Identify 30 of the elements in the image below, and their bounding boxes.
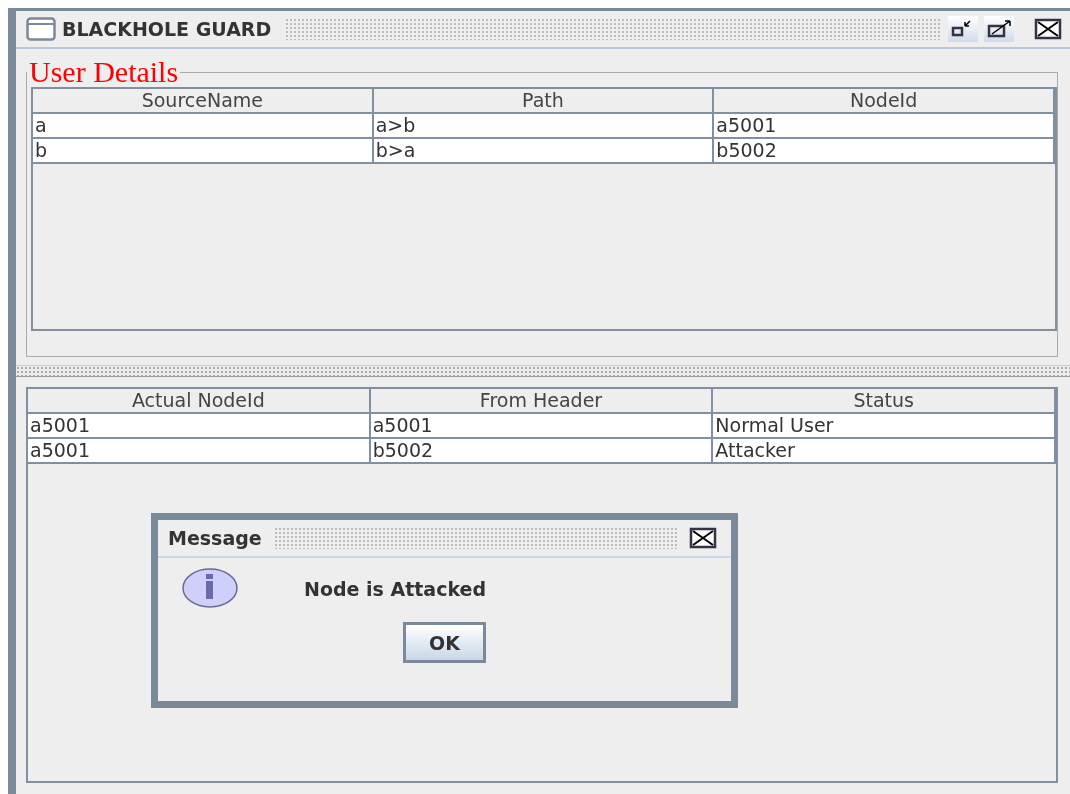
table-cell: b5002 xyxy=(714,139,1055,164)
column-header[interactable]: From Header xyxy=(370,389,714,414)
table-cell: a xyxy=(33,114,374,139)
table-cell: b xyxy=(33,139,374,164)
table-cell: a5001 xyxy=(714,114,1055,139)
table-cell: a5001 xyxy=(28,414,371,439)
table-cell: a5001 xyxy=(28,439,371,464)
table-cell: Normal User xyxy=(713,414,1056,439)
dialog-message: Node is Attacked xyxy=(304,578,487,600)
dialog-title: Message xyxy=(168,527,262,549)
close-button[interactable] xyxy=(1032,16,1064,42)
table-cell: Attacker xyxy=(713,439,1056,464)
column-header[interactable]: SourceName xyxy=(33,89,374,114)
column-header[interactable]: Path xyxy=(373,89,715,114)
table-cell: b5002 xyxy=(370,439,714,464)
splitter-handle[interactable] xyxy=(16,365,1070,377)
close-button[interactable] xyxy=(689,527,717,549)
table-cell: a>b xyxy=(373,114,715,139)
minimize-button[interactable] xyxy=(948,16,978,42)
column-header[interactable]: NodeId xyxy=(714,89,1055,114)
info-icon xyxy=(182,568,240,610)
window-icon xyxy=(26,17,56,41)
table-cell: a5001 xyxy=(370,414,714,439)
window-title: BLACKHOLE GUARD xyxy=(62,18,272,40)
column-header[interactable]: Actual NodeId xyxy=(28,389,371,414)
table-cell: b>a xyxy=(373,139,715,164)
column-header[interactable]: Status xyxy=(713,389,1056,414)
ok-button[interactable]: OK xyxy=(403,622,486,663)
group-title: User Details xyxy=(28,57,180,87)
maximize-button[interactable] xyxy=(984,16,1014,42)
